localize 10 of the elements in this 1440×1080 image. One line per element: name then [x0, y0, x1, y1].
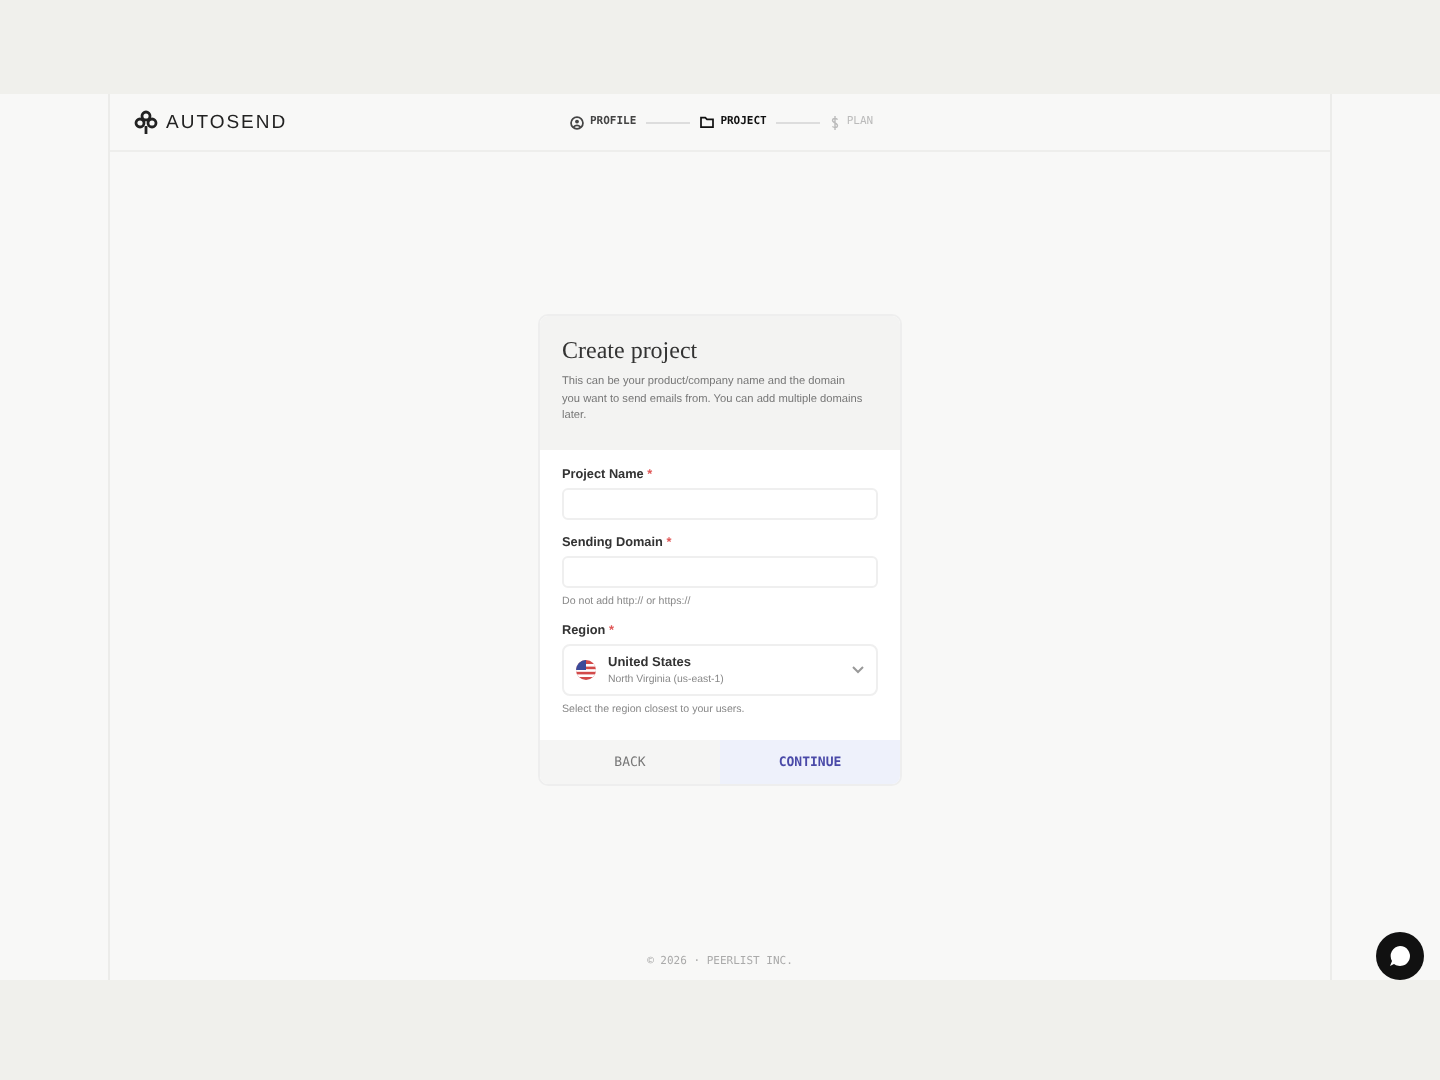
chevron-icon	[852, 666, 864, 674]
flag-icon	[576, 660, 596, 680]
brand-name: AUTOSEND	[166, 111, 288, 133]
chat-icon	[1388, 944, 1412, 968]
card-title: Create project	[562, 336, 700, 366]
logo-icon	[134, 110, 158, 134]
dollar-icon	[830, 115, 841, 129]
user-icon	[570, 115, 584, 129]
chat-button[interactable]	[1376, 932, 1424, 980]
folder-icon	[700, 116, 715, 128]
